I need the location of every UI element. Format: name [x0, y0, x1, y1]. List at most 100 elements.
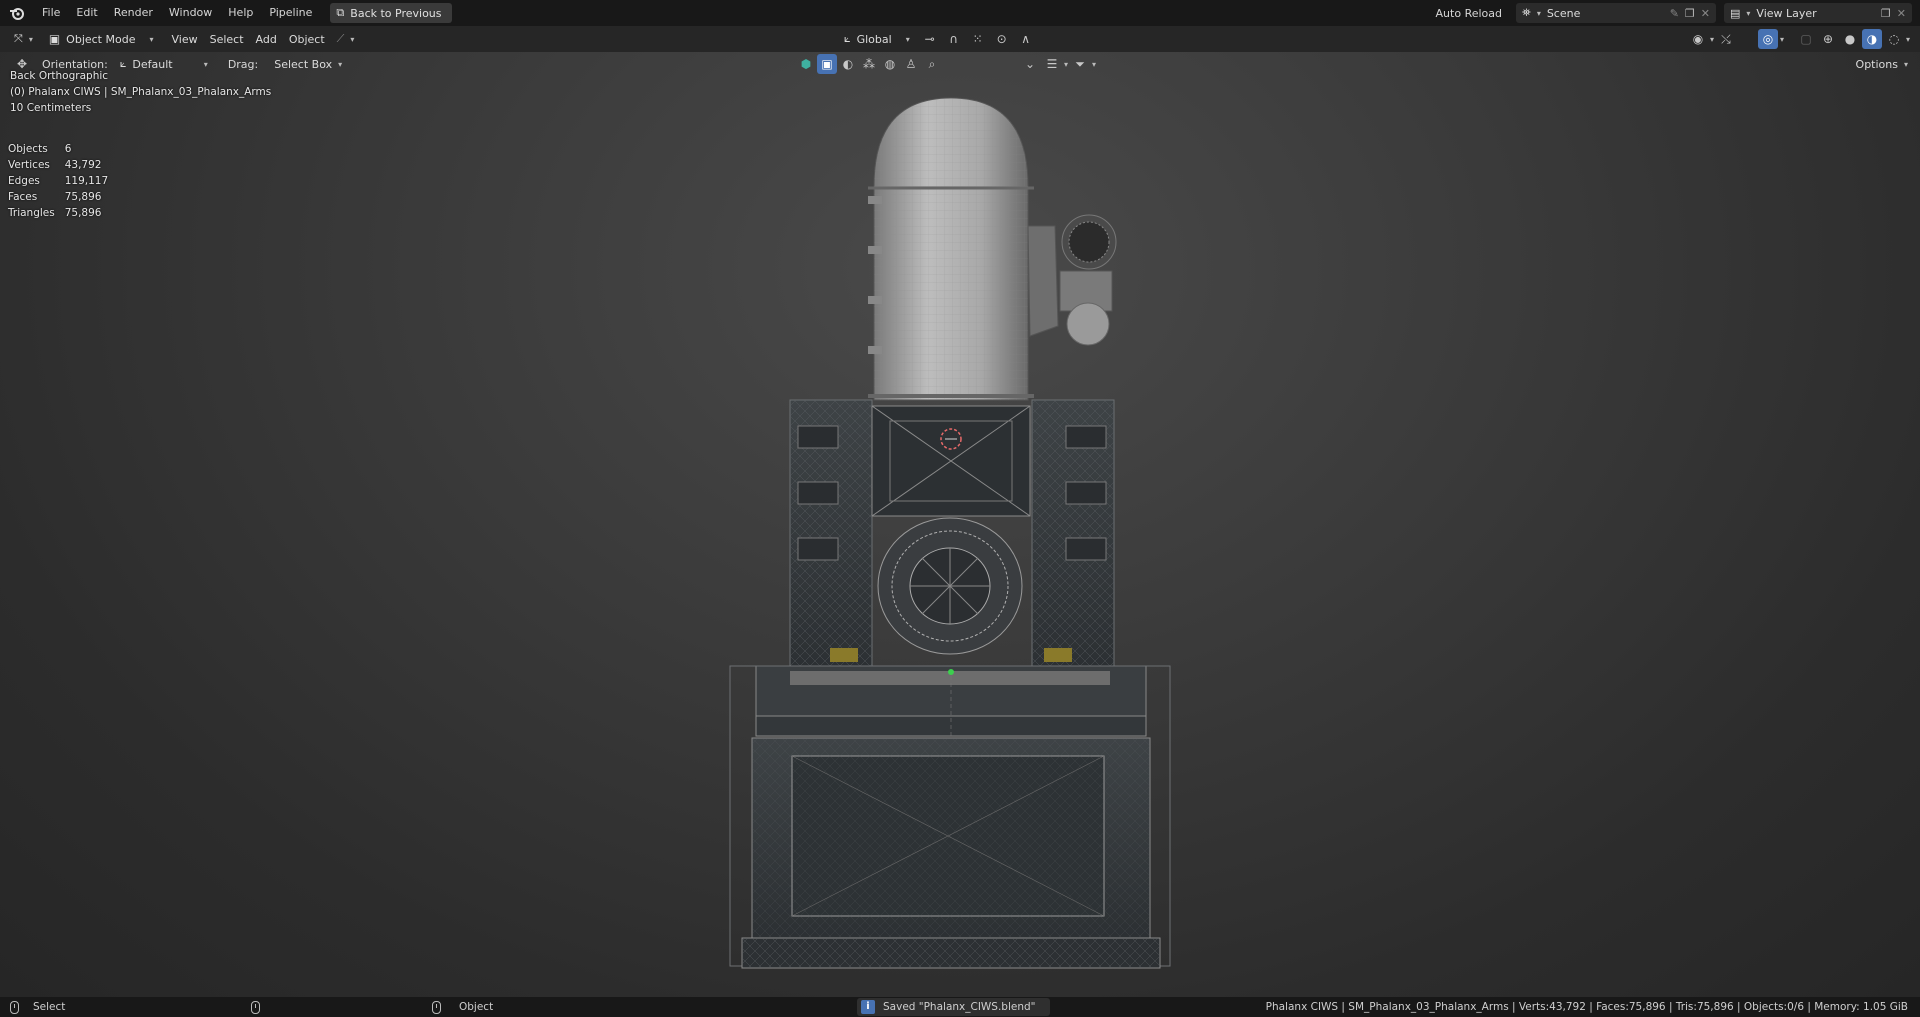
- stat-value: 75,896: [64, 191, 102, 203]
- chevron-down-icon: ▾: [28, 34, 33, 44]
- top-right-controls: Auto Reload ⛯ ▾ Scene ✎ ❐ ✕ ▤ ▾ View Lay…: [1436, 0, 1920, 26]
- viewport-shading-controls: ◉ ▾ ⤯ ◎ ▾ ▢ ⊕ ● ◑ ◌ ▾: [1688, 29, 1910, 49]
- sphere-filter-icon[interactable]: ◐: [838, 54, 858, 74]
- menu-help[interactable]: Help: [220, 0, 261, 26]
- gizmo-icon[interactable]: ⤯: [1716, 29, 1736, 49]
- drag-setting-dropdown[interactable]: Select Box ▾: [268, 54, 348, 74]
- object-select-icon[interactable]: ▣: [817, 54, 837, 74]
- material-shading-icon[interactable]: ◑: [1861, 29, 1882, 49]
- editor-type-selector[interactable]: ⤧ ▾: [8, 29, 39, 49]
- back-button-label: Back to Previous: [350, 6, 442, 20]
- menu-select[interactable]: Select: [204, 29, 250, 49]
- auto-reload-label[interactable]: Auto Reload: [1436, 7, 1502, 20]
- object-path: (0) Phalanx CIWS | SM_Phalanx_03_Phalanx…: [10, 86, 272, 98]
- chevron-down-icon: ▾: [1746, 8, 1751, 18]
- globe-icon[interactable]: ◍: [880, 54, 900, 74]
- stat-label: Edges: [8, 175, 40, 187]
- solid-shading-icon[interactable]: ●: [1840, 29, 1860, 49]
- menu-render[interactable]: Render: [106, 0, 161, 26]
- rendered-shading-icon[interactable]: ◌: [1884, 29, 1904, 49]
- center-mount: [871, 405, 1031, 517]
- stat-label: Objects: [8, 143, 48, 155]
- search-icon[interactable]: ⌕: [922, 54, 942, 74]
- ammo-drum: [877, 517, 1023, 655]
- blender-logo-icon[interactable]: [0, 0, 34, 26]
- drag-setting-label: Drag:: [227, 57, 259, 71]
- scene-statistics: Objects 6 Vertices 43,792 Edges 119,117 Fac…: [8, 141, 118, 221]
- menu-view[interactable]: View: [165, 29, 203, 49]
- curve-icon: ⟋: [336, 32, 345, 45]
- duplicate-icon[interactable]: ❐: [1685, 7, 1695, 20]
- chevron-down-icon: ▾: [149, 34, 154, 44]
- snap-grid-icon[interactable]: ⁙: [968, 29, 988, 49]
- close-icon[interactable]: ✕: [1701, 7, 1710, 20]
- menu-window[interactable]: Window: [161, 0, 220, 26]
- move-tool-icon[interactable]: ✥: [12, 54, 32, 74]
- chevron-down-icon: ▾: [350, 34, 355, 44]
- gpencil-selector[interactable]: ⟋ ▾: [331, 29, 361, 49]
- info-icon: i: [861, 1000, 875, 1014]
- orientation-setting-label: Orientation:: [42, 57, 108, 71]
- xray-icon[interactable]: ▢: [1796, 29, 1816, 49]
- snap-magnet-icon[interactable]: ∩: [944, 29, 964, 49]
- view-layer-selector[interactable]: ▤ ▾ View Layer ❐ ✕: [1724, 3, 1912, 23]
- armature-icon[interactable]: ♙: [901, 54, 921, 74]
- proportional-edit-icon[interactable]: ⊙: [992, 29, 1012, 49]
- stat-value: 75,896: [64, 207, 102, 219]
- overlays-icon[interactable]: ◎: [1757, 29, 1778, 49]
- chevron-down-icon: ▾: [1709, 34, 1714, 44]
- phalanx-ciws-model[interactable]: [0, 26, 1920, 997]
- chevron-down-icon: ▾: [1905, 34, 1910, 44]
- close-icon[interactable]: ✕: [1897, 7, 1906, 20]
- scene-selector[interactable]: ⛯ ▾ Scene ✎ ❐ ✕: [1516, 3, 1716, 23]
- save-notification[interactable]: i Saved "Phalanx_CIWS.blend": [857, 998, 1050, 1016]
- falloff-curve-icon[interactable]: ∧: [1016, 29, 1036, 49]
- menu-edit[interactable]: Edit: [68, 0, 105, 26]
- visibility-eye-icon[interactable]: ◉: [1688, 29, 1708, 49]
- menu-object[interactable]: Object: [283, 29, 331, 49]
- back-to-previous-button[interactable]: ⧉ Back to Previous: [330, 3, 452, 23]
- transform-orientation[interactable]: ⟀ Global ▾: [838, 29, 916, 49]
- stat-row: Objects 6: [8, 141, 118, 157]
- stat-label: Vertices: [8, 159, 50, 171]
- orientation-icon: ⟀: [844, 32, 851, 45]
- duplicate-icon[interactable]: ❐: [1881, 7, 1891, 20]
- pivot-icon[interactable]: ⊸: [920, 29, 940, 49]
- scene-name: Scene: [1546, 6, 1581, 20]
- menu-pipeline[interactable]: Pipeline: [261, 0, 320, 26]
- filter-funnel-icon[interactable]: ⏷: [1070, 54, 1090, 74]
- options-dropdown[interactable]: Options ▾: [1850, 54, 1914, 74]
- particles-icon[interactable]: ⁂: [859, 54, 879, 74]
- mouse-right-icon: [432, 1000, 441, 1014]
- mode-selector[interactable]: ▣ Object Mode ▾: [43, 29, 160, 49]
- viewport-header: ⤧ ▾ ▣ Object Mode ▾ View Select Add Objec…: [0, 26, 1920, 52]
- left-arm: [789, 399, 873, 667]
- tool-settings-bar: ✥ Orientation: ⟀ Default ▾ Drag: Select …: [0, 52, 1920, 76]
- stat-label: Triangles: [8, 207, 55, 219]
- orientation-setting-value: Default: [132, 57, 173, 71]
- radome: [868, 97, 1034, 401]
- list-icon[interactable]: ☰: [1042, 54, 1062, 74]
- orientation-axes-icon: ⟀: [119, 57, 127, 70]
- 3d-viewport[interactable]: Back Orthographic (0) Phalanx CIWS | SM_…: [0, 26, 1920, 997]
- scene-icon: ⛯: [1522, 6, 1531, 19]
- chevron-down-icon: ▾: [1092, 59, 1097, 69]
- menu-add[interactable]: Add: [250, 29, 283, 49]
- chevron-down-icon: ▾: [203, 59, 208, 69]
- stat-value: 6: [64, 143, 72, 155]
- orientation-setting-dropdown[interactable]: ⟀ Default ▾: [114, 54, 214, 74]
- pin-icon[interactable]: ✎: [1670, 7, 1679, 20]
- chevron-down-icon: ▾: [1903, 59, 1908, 69]
- stat-row: Triangles 75,896: [8, 205, 118, 221]
- mesh-filter-icon[interactable]: ⬢: [796, 54, 816, 74]
- snap-target-icon[interactable]: ⌄: [1020, 54, 1040, 74]
- stat-row: Vertices 43,792: [8, 157, 118, 173]
- orientation-label: Global: [856, 32, 892, 46]
- right-arm: [1031, 399, 1115, 667]
- top-menu-bar: File Edit Render Window Help Pipeline ⧉ …: [0, 0, 1920, 26]
- view-layer-name: View Layer: [1756, 6, 1817, 20]
- transform-controls: ⟀ Global ▾ ⊸ ∩ ⁙ ⊙ ∧: [838, 29, 1036, 49]
- wireframe-shading-icon[interactable]: ⊕: [1818, 29, 1838, 49]
- menu-file[interactable]: File: [34, 0, 68, 26]
- chevron-down-icon: ▾: [1536, 8, 1541, 18]
